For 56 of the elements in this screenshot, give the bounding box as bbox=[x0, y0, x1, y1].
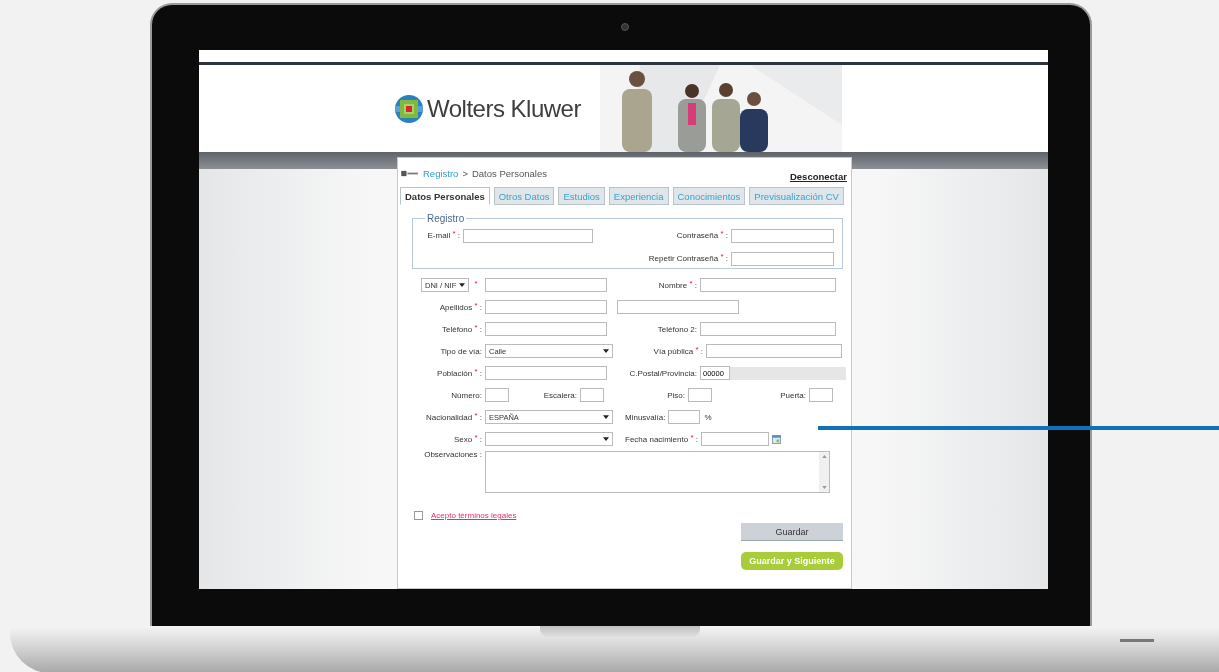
tab[interactable]: Previsualización CV bbox=[749, 187, 844, 205]
calendar-icon[interactable] bbox=[771, 434, 781, 444]
input-field[interactable] bbox=[700, 322, 836, 336]
camera-icon bbox=[621, 23, 629, 31]
input-field[interactable] bbox=[668, 410, 701, 424]
field-label: Minusvalía: bbox=[625, 412, 667, 422]
field-label: C.Postal/Provincia: bbox=[628, 368, 698, 378]
logout-link[interactable]: Desconectar bbox=[789, 170, 847, 182]
scroll-up-icon[interactable] bbox=[821, 455, 827, 458]
caret-icon bbox=[603, 437, 609, 441]
caret-icon bbox=[459, 283, 465, 287]
breadcrumb-current: Datos Personales bbox=[471, 167, 547, 179]
scrollbar[interactable] bbox=[819, 452, 829, 492]
field-label: Observaciones : bbox=[423, 450, 483, 459]
pointer-icon bbox=[401, 169, 419, 177]
field-label: Número: bbox=[450, 390, 483, 400]
required-mark: * bbox=[473, 280, 479, 290]
field-label: Teléfono 2: bbox=[656, 324, 698, 334]
tab[interactable]: Estudios bbox=[558, 187, 605, 205]
field-label: Escalera: bbox=[542, 390, 578, 400]
input-field[interactable] bbox=[700, 278, 836, 292]
tab[interactable]: Otros Datos bbox=[493, 187, 555, 205]
caret-icon bbox=[603, 415, 609, 419]
breadcrumb-link[interactable]: Registro bbox=[423, 167, 459, 179]
caret-icon bbox=[603, 349, 609, 353]
input-field[interactable] bbox=[706, 344, 842, 358]
input-field[interactable] bbox=[617, 300, 739, 314]
input-field[interactable] bbox=[463, 228, 593, 243]
breadcrumb-separator: > bbox=[462, 167, 468, 179]
input-field[interactable] bbox=[485, 278, 607, 292]
input-field[interactable] bbox=[485, 300, 607, 314]
input-field[interactable] bbox=[485, 366, 607, 380]
field-label: Puerta: bbox=[779, 390, 807, 400]
input-field[interactable] bbox=[580, 388, 604, 402]
text-area[interactable] bbox=[485, 451, 830, 493]
percent-unit: % bbox=[704, 412, 712, 422]
terms-link[interactable]: Acepto términos legales bbox=[431, 511, 517, 520]
checkbox[interactable] bbox=[414, 511, 423, 520]
tab[interactable]: Datos Personales bbox=[400, 187, 490, 205]
input-field[interactable] bbox=[731, 251, 834, 266]
dropdown-field[interactable] bbox=[485, 432, 613, 446]
group-legend: Registro bbox=[425, 213, 467, 224]
field-label: Tipo de vía: bbox=[439, 346, 483, 356]
date-field[interactable] bbox=[700, 432, 769, 446]
input-field[interactable] bbox=[485, 322, 607, 336]
input-field[interactable] bbox=[688, 388, 712, 402]
input-field[interactable] bbox=[485, 388, 509, 402]
scroll-down-icon[interactable] bbox=[821, 486, 827, 489]
input-field[interactable] bbox=[809, 388, 833, 402]
input-field[interactable] bbox=[731, 228, 834, 243]
globe-logo-icon bbox=[394, 93, 424, 124]
tab[interactable]: Conocimientos bbox=[672, 187, 746, 205]
brand-name: Wolters Kluwer bbox=[427, 94, 581, 123]
save-button[interactable]: Guardar bbox=[741, 523, 843, 541]
tab[interactable]: Experiencia bbox=[608, 187, 669, 205]
field-label: Piso: bbox=[666, 390, 686, 400]
